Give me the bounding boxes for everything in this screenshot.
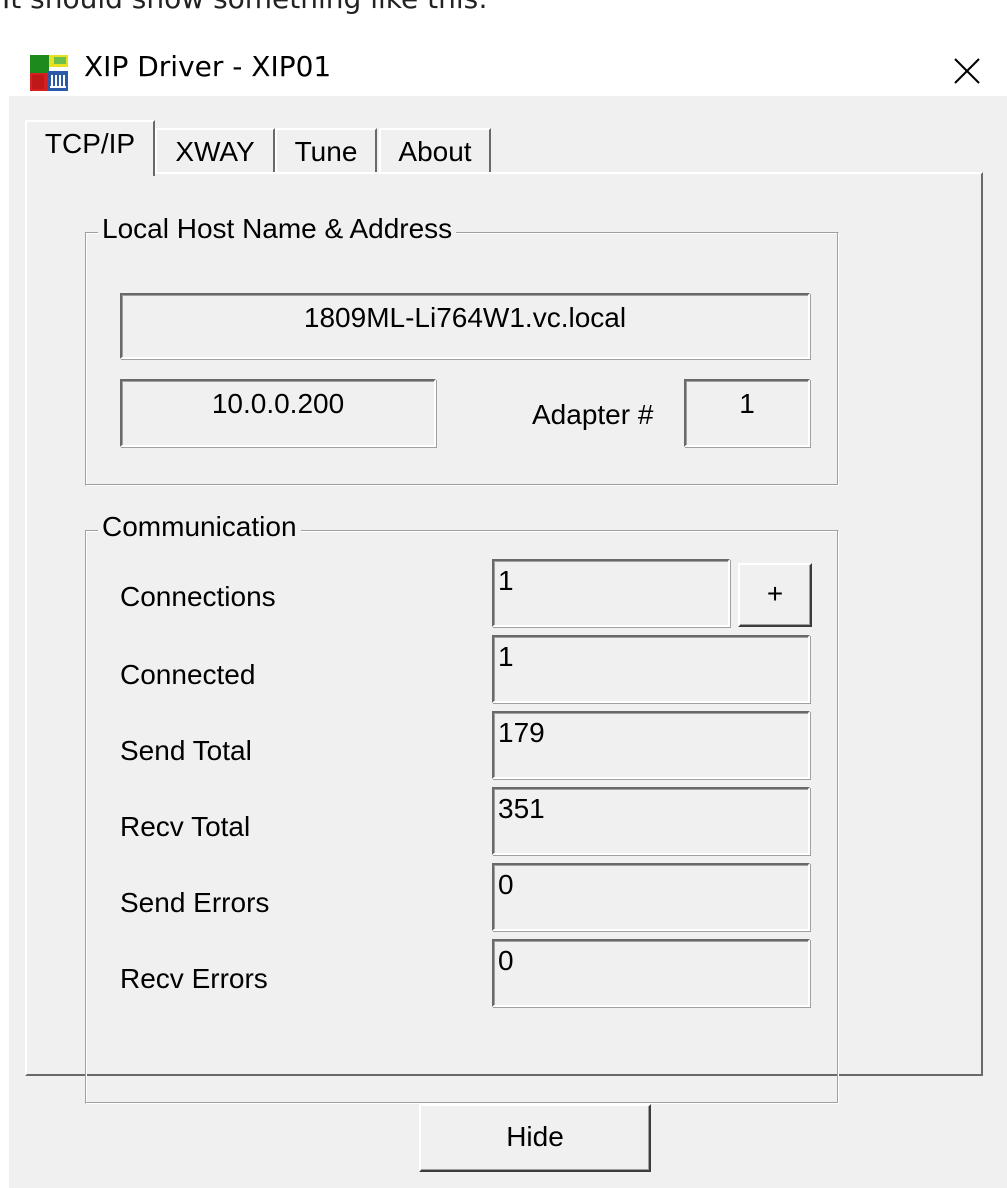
connected-label: Connected bbox=[120, 659, 256, 690]
send-errors-label: Send Errors bbox=[120, 887, 270, 918]
recv-errors-label: Recv Errors bbox=[120, 963, 268, 994]
hide-button[interactable]: Hide bbox=[419, 1104, 651, 1172]
title-bar: XIP Driver - XIP01 bbox=[0, 42, 1007, 96]
local-host-group: Local Host Name & Address 1809ML-Li764W1… bbox=[85, 213, 839, 486]
add-connection-button[interactable]: + bbox=[738, 563, 812, 627]
communication-group-title: Communication bbox=[98, 511, 301, 543]
close-icon[interactable] bbox=[952, 56, 982, 86]
send-total-label: Send Total bbox=[120, 735, 252, 766]
local-host-group-title: Local Host Name & Address bbox=[98, 213, 457, 245]
tcp-ip-tab-panel: Local Host Name & Address 1809ML-Li764W1… bbox=[25, 172, 983, 1104]
connected-field[interactable]: 1 bbox=[492, 635, 810, 703]
tab-tune[interactable]: Tune bbox=[275, 128, 377, 176]
tab-about[interactable]: About bbox=[379, 128, 491, 176]
recv-total-field[interactable]: 351 bbox=[492, 787, 810, 855]
host-name-field[interactable]: 1809ML-Li764W1.vc.local bbox=[120, 293, 810, 359]
caption-text: It should show something like this: bbox=[2, 0, 488, 15]
connections-field[interactable]: 1 bbox=[492, 559, 730, 627]
window-title: XIP Driver - XIP01 bbox=[84, 50, 332, 83]
adapter-label: Adapter # bbox=[532, 399, 654, 430]
send-errors-field[interactable]: 0 bbox=[492, 863, 810, 931]
xip-app-icon bbox=[30, 55, 68, 91]
ip-address-field[interactable]: 10.0.0.200 bbox=[120, 379, 436, 447]
recv-total-label: Recv Total bbox=[120, 811, 251, 842]
send-total-field[interactable]: 179 bbox=[492, 711, 810, 779]
recv-errors-field[interactable]: 0 bbox=[492, 939, 810, 1007]
communication-group: Communication Connections 1 + Connected … bbox=[85, 511, 839, 1104]
tab-tcp-ip[interactable]: TCP/IP bbox=[25, 120, 155, 176]
dialog-client-area: TCP/IP XWAY Tune About Local Host Name &… bbox=[9, 96, 1007, 1188]
tab-xway[interactable]: XWAY bbox=[155, 128, 275, 176]
caption-banner: It should show something like this: bbox=[0, 0, 1007, 42]
adapter-number-field[interactable]: 1 bbox=[684, 379, 810, 447]
connections-label: Connections bbox=[120, 581, 276, 612]
